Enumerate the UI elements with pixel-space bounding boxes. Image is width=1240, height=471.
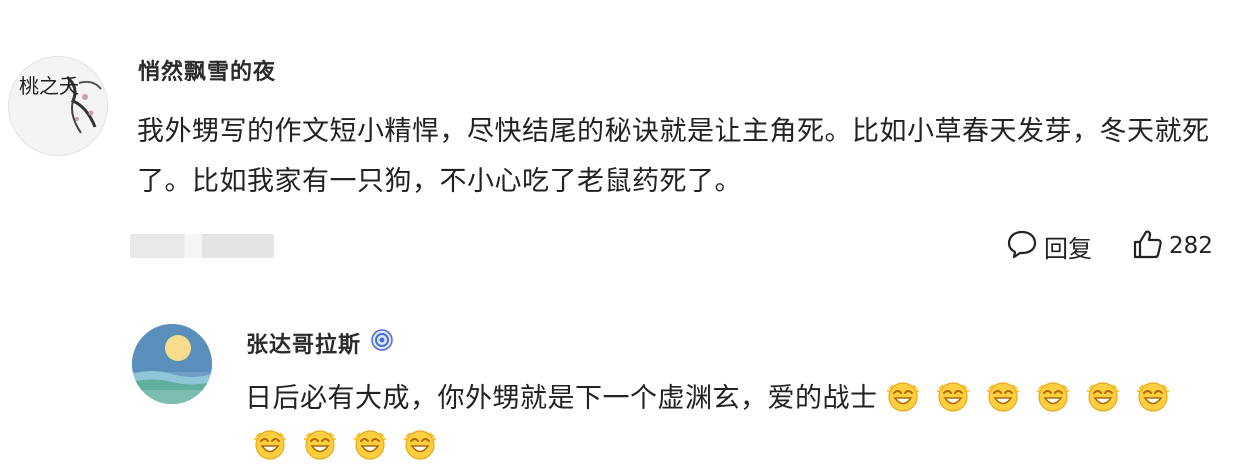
blurred-timestamp <box>130 234 274 258</box>
ink-painting-avatar-image: 桃之夭 <box>9 57 107 155</box>
thumbs-up-icon <box>1131 228 1163 264</box>
laughing-emoji-icon <box>1086 379 1120 413</box>
watermark <box>1000 438 1230 462</box>
comment-bubble-icon <box>1006 228 1038 264</box>
like-button[interactable]: 282 <box>1131 228 1213 264</box>
avatar-text: 桃之夭 <box>19 74 79 98</box>
comment-author-name[interactable]: 悄然飘雪的夜 <box>138 54 276 86</box>
reply-author-name[interactable]: 张达哥拉斯 <box>246 327 361 359</box>
reply-text: 日后必有大成，你外甥就是下一个虚渊玄，爱的战士 <box>245 383 878 414</box>
laughing-emoji-icon <box>403 427 437 461</box>
laughing-emoji-icon <box>353 427 387 461</box>
comment-text: 我外甥写的作文短小精悍，尽快结尾的秘诀就是让主角死。比如小草春天发芽，冬天就死了… <box>137 116 1210 197</box>
user-avatar[interactable]: 桃之夭 <box>8 56 108 156</box>
reply-label: 回复 <box>1044 234 1092 263</box>
laughing-emoji-icon <box>1036 379 1070 413</box>
moon-landscape-avatar-image <box>132 324 212 404</box>
reply-user-avatar[interactable] <box>132 324 212 404</box>
reply-button[interactable]: 回复 <box>1006 228 1092 264</box>
verified-badge-icon <box>371 329 393 357</box>
laughing-emoji-icon <box>936 379 970 413</box>
like-count: 282 <box>1169 233 1213 259</box>
laughing-emoji-icon <box>886 379 920 413</box>
laughing-emoji-icon <box>1136 379 1170 413</box>
laughing-emoji-icon <box>303 427 337 461</box>
laughing-emoji-icon <box>986 379 1020 413</box>
laughing-emoji-icon <box>253 427 287 461</box>
reply-author: 张达哥拉斯 <box>246 327 393 359</box>
